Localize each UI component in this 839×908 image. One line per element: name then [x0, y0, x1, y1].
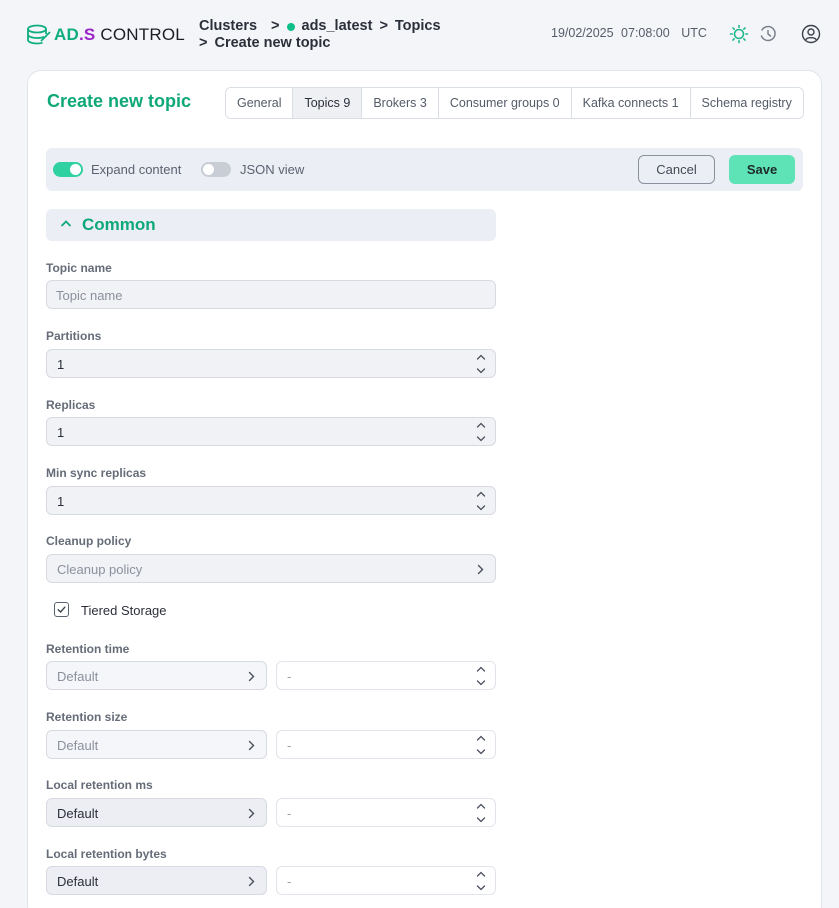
min-sync-replicas-label: Min sync replicas [46, 466, 147, 480]
breadcrumb-clusters[interactable]: Clusters [199, 18, 257, 35]
topic-name-input[interactable] [56, 285, 476, 305]
json-view-toggle[interactable] [201, 162, 231, 177]
cluster-status-dot [286, 22, 295, 31]
sun-icon[interactable] [729, 24, 749, 44]
breadcrumb-separator: > [379, 18, 388, 34]
server-datetime: 19/02/2025 07:08:00 UTC [551, 26, 711, 40]
breadcrumb-separator: > [199, 35, 208, 51]
replicas-value: 1 [57, 425, 65, 440]
chevron-right-icon [248, 740, 255, 751]
retention-time-input[interactable]: - [276, 661, 496, 690]
local-retention-bytes-label: Local retention bytes [46, 847, 167, 861]
page-title: Create new topic [47, 91, 192, 111]
stepper-icon[interactable] [476, 490, 486, 512]
topic-name-label: Topic name [46, 261, 112, 275]
retention-time-unit-select[interactable]: Default [46, 661, 267, 690]
partitions-label: Partitions [46, 329, 102, 343]
stepper-icon[interactable] [476, 734, 486, 756]
history-icon[interactable] [758, 24, 778, 44]
retention-time-label: Retention time [46, 642, 130, 656]
topic-name-field [46, 280, 496, 309]
retention-size-input[interactable]: - [276, 730, 496, 759]
min-sync-replicas-input[interactable]: 1 [46, 486, 496, 515]
time-text: 07:08:00 [621, 26, 670, 40]
chevron-right-icon [248, 808, 255, 819]
local-retention-bytes-unit-select[interactable]: Default [46, 866, 267, 895]
local-retention-bytes-input[interactable]: - [276, 866, 496, 895]
toggle-knob [70, 164, 81, 175]
retention-time-unit-value: Default [57, 669, 99, 684]
breadcrumb-current: Create new topic [214, 35, 331, 51]
local-retention-bytes-value: - [287, 874, 292, 889]
toggle-knob [203, 164, 214, 175]
logo-control: CONTROL [95, 25, 185, 44]
chevron-right-icon [248, 876, 255, 887]
database-logo-icon [27, 24, 51, 45]
tab-general[interactable]: General [226, 88, 294, 118]
section-common-header[interactable]: Common [46, 209, 496, 241]
expand-content-label: Expand content [91, 162, 182, 177]
local-retention-ms-value: - [287, 806, 292, 821]
cleanup-policy-select[interactable]: Cleanup policy [46, 554, 496, 583]
tab-brokers[interactable]: Brokers 3 [362, 88, 439, 118]
timezone-text: UTC [681, 26, 707, 40]
breadcrumb-separator: > [271, 18, 280, 34]
user-profile-icon[interactable] [801, 24, 821, 44]
logo-ad: AD [54, 25, 79, 44]
chevron-right-icon [477, 564, 484, 575]
breadcrumb-cluster[interactable]: ads_latest [302, 18, 373, 35]
retention-time-value: - [287, 669, 292, 684]
partitions-input[interactable]: 1 [46, 349, 496, 378]
stepper-icon[interactable] [476, 802, 486, 824]
tab-kafka-connects[interactable]: Kafka connects 1 [571, 88, 691, 118]
local-retention-ms-unit-select[interactable]: Default [46, 798, 267, 827]
tab-topics[interactable]: Topics 9 [293, 88, 363, 118]
json-view-label: JSON view [240, 162, 305, 177]
tab-consumer-groups[interactable]: Consumer groups 0 [438, 88, 572, 118]
stepper-icon[interactable] [476, 421, 486, 443]
local-retention-ms-input[interactable]: - [276, 798, 496, 827]
logo[interactable]: AD.S CONTROL [27, 22, 185, 48]
chevron-up-icon [61, 220, 71, 227]
app-header: AD.S CONTROL Clusters > ads_latest > Top… [0, 0, 839, 70]
cleanup-policy-placeholder: Cleanup policy [57, 562, 143, 577]
partitions-value: 1 [57, 357, 65, 372]
main-card: Create new topic General Topics 9 Broker… [27, 70, 822, 908]
tiered-storage-checkbox[interactable] [54, 602, 69, 617]
replicas-label: Replicas [46, 398, 96, 412]
retention-size-value: - [287, 738, 292, 753]
check-icon [57, 606, 66, 614]
retention-size-unit-select[interactable]: Default [46, 730, 267, 759]
chevron-right-icon [248, 671, 255, 682]
breadcrumb-topics[interactable]: Topics [395, 18, 441, 35]
replicas-input[interactable]: 1 [46, 417, 496, 446]
logo-s: S [83, 25, 96, 44]
tab-schema-registry[interactable]: Schema registry [690, 88, 803, 118]
cancel-button[interactable]: Cancel [638, 155, 715, 184]
retention-size-label: Retention size [46, 710, 128, 724]
stepper-icon[interactable] [476, 870, 486, 892]
expand-content-toggle[interactable] [53, 162, 83, 177]
section-title: Common [82, 215, 156, 234]
stepper-icon[interactable] [476, 665, 486, 687]
date-text: 19/02/2025 [551, 26, 614, 40]
logo-text: AD.S CONTROL [54, 25, 185, 45]
tiered-storage-label: Tiered Storage [81, 603, 167, 618]
stepper-icon[interactable] [476, 353, 486, 375]
local-retention-bytes-unit-value: Default [57, 874, 99, 889]
save-button[interactable]: Save [729, 155, 795, 184]
cleanup-policy-label: Cleanup policy [46, 534, 132, 548]
local-retention-ms-label: Local retention ms [46, 778, 153, 792]
local-retention-ms-unit-value: Default [57, 806, 99, 821]
breadcrumb: Clusters > ads_latest > Topics > Create … [199, 18, 441, 52]
form-toolbar: Expand content JSON view Cancel Save [46, 148, 803, 191]
retention-size-unit-value: Default [57, 738, 99, 753]
cluster-tabs: General Topics 9 Brokers 3 Consumer grou… [225, 87, 804, 119]
min-sync-replicas-value: 1 [57, 494, 65, 509]
